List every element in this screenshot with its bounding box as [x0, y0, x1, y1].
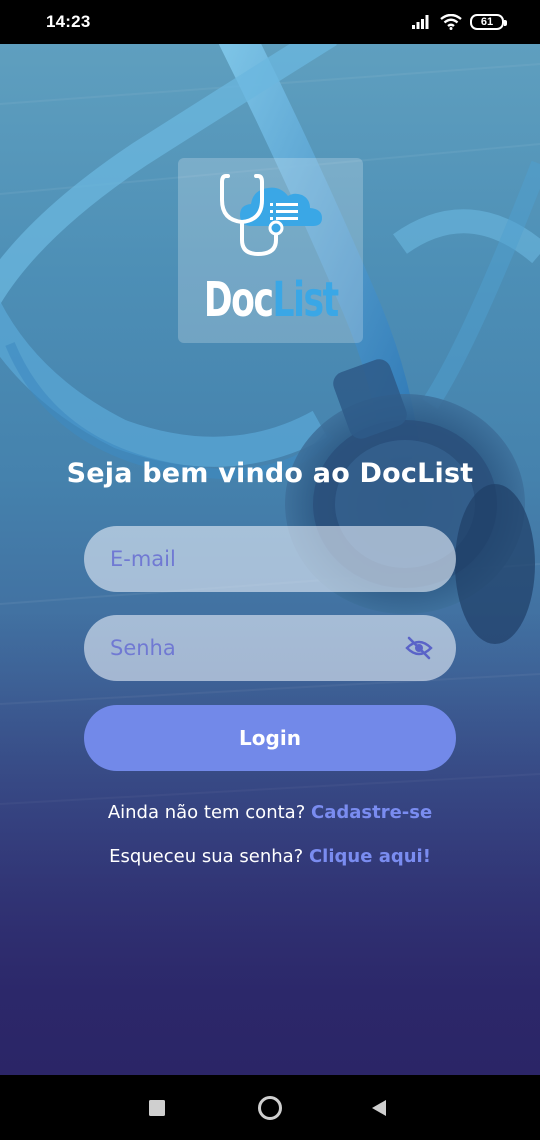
login-screen: 14:23 61 DocList Seja bem vindo ao DocLi… [0, 0, 540, 1140]
logo-wordmark: DocList [203, 270, 340, 330]
email-field[interactable] [84, 526, 456, 592]
password-field[interactable] [84, 615, 456, 681]
login-button[interactable]: Login [84, 705, 456, 771]
app-logo: DocList [178, 158, 363, 343]
status-icons: 61 [412, 14, 507, 30]
signup-line: Ainda não tem conta? Cadastre-se [0, 802, 540, 823]
signup-prompt: Ainda não tem conta? [107, 802, 306, 823]
forgot-password-line: Esqueceu sua senha? Clique aqui! [0, 846, 540, 867]
logo-word-doc: Doc [203, 272, 274, 328]
app-content: DocList Seja bem vindo ao DocList Login … [0, 44, 540, 1075]
forgot-password-link[interactable]: Clique aqui! [309, 846, 431, 867]
stethoscope-cloud-icon [220, 174, 322, 257]
password-input[interactable] [108, 635, 404, 661]
signup-link[interactable]: Cadastre-se [311, 802, 432, 823]
back-icon[interactable] [366, 1095, 392, 1121]
status-time: 14:23 [46, 12, 91, 31]
welcome-heading: Seja bem vindo ao DocList [66, 458, 474, 489]
battery-level: 61 [480, 16, 494, 28]
home-icon[interactable] [257, 1095, 283, 1121]
eye-off-icon[interactable] [404, 633, 434, 663]
forgot-password-prompt: Esqueceu sua senha? [109, 846, 304, 867]
system-navigation-bar [0, 1075, 540, 1140]
email-input[interactable] [108, 546, 434, 572]
battery-icon: 61 [470, 14, 507, 30]
signal-icon [412, 15, 429, 29]
logo-word-list: List [272, 272, 340, 328]
wifi-icon [440, 14, 462, 30]
status-bar: 14:23 61 [0, 0, 540, 44]
recents-icon[interactable] [144, 1095, 170, 1121]
